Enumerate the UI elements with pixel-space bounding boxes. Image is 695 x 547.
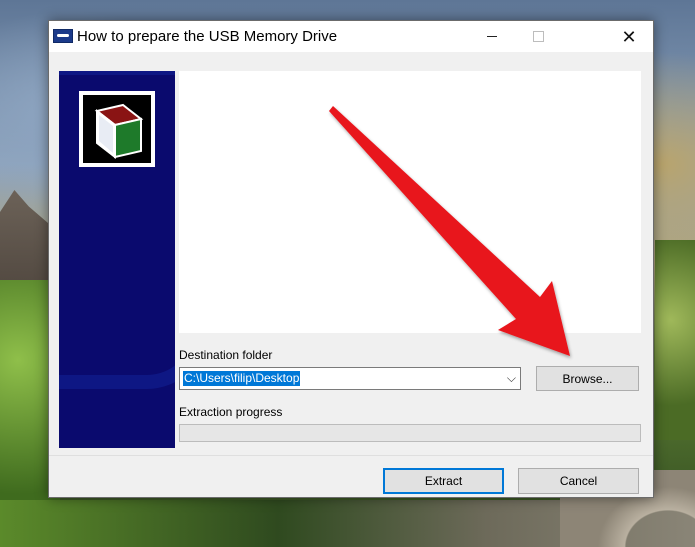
installer-window: How to prepare the USB Memory Drive ✕ De… <box>48 20 654 498</box>
footer-divider <box>49 455 653 456</box>
extract-button[interactable]: Extract <box>383 468 504 494</box>
extraction-progress-label: Extraction progress <box>179 405 283 419</box>
close-icon: ✕ <box>621 26 637 47</box>
minimize-icon <box>487 36 497 37</box>
cancel-button[interactable]: Cancel <box>518 468 639 494</box>
close-button[interactable]: ✕ <box>605 21 653 52</box>
window-title: How to prepare the USB Memory Drive <box>77 28 338 45</box>
destination-folder-label: Destination folder <box>179 348 273 362</box>
maximize-icon <box>532 31 544 42</box>
background-trees-right <box>655 240 695 440</box>
destination-folder-combobox[interactable]: C:\Users\filip\Desktop ⌵ <box>179 367 521 390</box>
title-bar[interactable]: How to prepare the USB Memory Drive ✕ <box>49 21 653 52</box>
extraction-progress-bar <box>179 424 641 442</box>
app-icon <box>53 29 73 43</box>
destination-folder-value[interactable]: C:\Users\filip\Desktop <box>183 371 301 386</box>
usb-drive-logo <box>79 91 155 167</box>
minimize-button[interactable] <box>469 21 515 52</box>
content-panel <box>179 71 641 333</box>
browse-button[interactable]: Browse... <box>536 366 639 391</box>
maximize-button <box>515 21 561 52</box>
usb-drive-icon <box>94 103 144 160</box>
chevron-down-icon[interactable]: ⌵ <box>507 371 516 386</box>
side-banner <box>59 71 175 448</box>
